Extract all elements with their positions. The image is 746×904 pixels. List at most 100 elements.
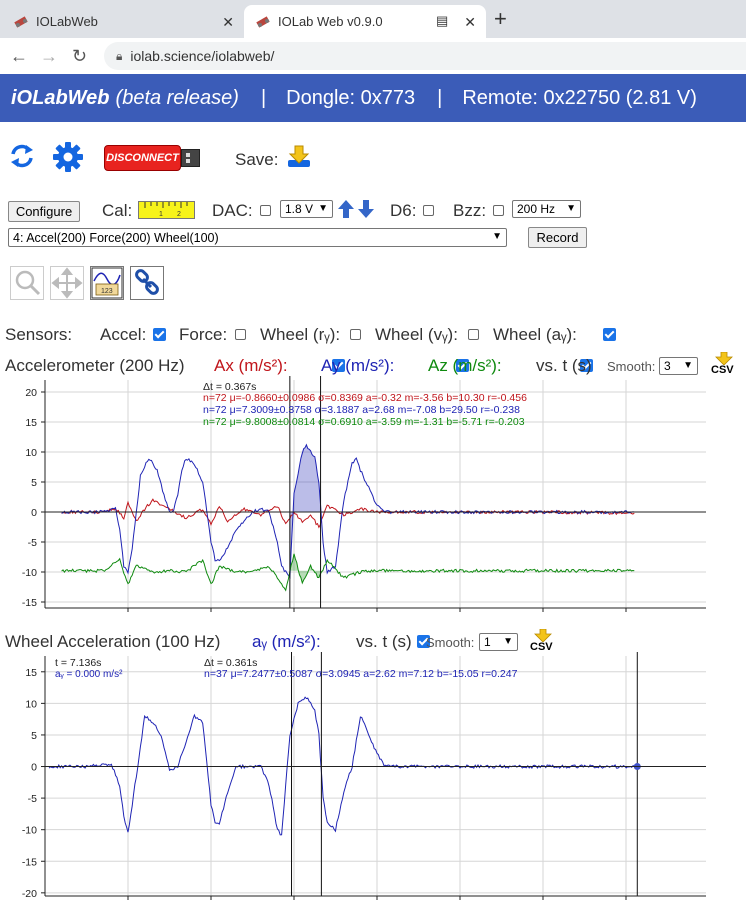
cal-label: Cal: [102,201,133,220]
y-tick-label: -15 [22,856,37,868]
banner-separator: | [437,86,443,109]
sensor-force-checkbox[interactable] [235,329,246,340]
configuration-value: 4: Accel(200) Force(200) Wheel(100) [13,230,219,245]
wheel-acceleration-chart[interactable]: -20-15-10-50510151234567 t = 7.136s aᵧ =… [0,652,746,900]
link-axes-button[interactable] [130,266,164,300]
iolab-favicon-icon [14,15,28,28]
url-field[interactable]: 🔒︎ iolab.science/iolabweb/ [104,42,746,70]
zoom-tool-button[interactable] [10,266,44,300]
accel-smooth-label: Smooth: [607,359,656,374]
settings-gear-icon[interactable] [52,141,84,173]
series-lines [61,443,635,592]
graph-stats-icon: 123 [91,267,123,299]
wheel-smooth-select[interactable]: 1 ▼ [479,633,518,651]
y-tick-label: 0 [31,507,37,519]
disconnect-button[interactable]: DISCONNECT [104,145,181,171]
reader-mode-icon[interactable]: ▤ [436,13,448,29]
ay-label: Ay (m/s²): [321,356,395,375]
configuration-select[interactable]: 4: Accel(200) Force(200) Wheel(100) ▼ [8,228,507,247]
close-tab-icon[interactable]: ✕ [222,14,234,31]
sensor-wheel-v-checkbox[interactable] [468,329,479,340]
y-tick-label: 10 [25,698,37,710]
accel-smooth-select[interactable]: 3 ▼ [659,357,698,375]
sensor-wheel-v-label: Wheel (vᵧ): [375,325,458,344]
y-tick-label: 5 [31,477,37,489]
configure-button[interactable]: Configure [8,201,80,222]
chain-link-icon [135,269,159,295]
back-icon[interactable]: ← [10,46,28,67]
y-tick-label: 10 [25,447,37,459]
address-bar: ← → ↻ 🔒︎ iolab.science/iolabweb/ [0,38,746,75]
tab-title: IOLabWeb [36,14,98,29]
rate-select[interactable]: 200 Hz ▼ [512,200,581,218]
accelerometer-chart[interactable]: -15-10-5051015201234567 Δt = 0.367s n=72… [0,376,746,612]
reload-icon[interactable]: ↻ [72,46,87,67]
sensor-accel-checkbox[interactable] [153,328,166,341]
wheel-ay-label: aᵧ (m/s²): [252,632,321,651]
save-download-icon[interactable] [286,144,312,170]
save-label: Save: [235,150,279,169]
ax-label: Ax (m/s²): [214,356,288,375]
dac-voltage-select[interactable]: 1.8 V ▼ [280,200,333,218]
banner-separator: | [260,86,267,109]
iolab-favicon-icon [256,15,270,28]
accel-csv-export-button[interactable]: CSV [710,352,738,378]
sensors-label: Sensors: [5,325,73,344]
record-button[interactable]: Record [528,227,587,248]
accel-vs-label: vs. t (s) [536,356,592,375]
refresh-icon[interactable] [8,142,36,170]
forward-icon[interactable]: → [40,46,58,67]
wheel-smooth-value: 1 [484,635,491,649]
sensor-accel-label: Accel: [100,325,147,344]
sensor-wheel-r-label: Wheel (rᵧ): [260,325,341,344]
chevron-down-icon: ▼ [503,636,513,647]
chevron-down-icon: ▼ [566,203,576,214]
pan-tool-button[interactable] [50,266,84,300]
y-tick-label: 20 [25,387,37,399]
browser-tab-iolab-web[interactable]: IOLab Web v0.9.0 ▤ ✕ [244,5,486,38]
tab-title: IOLab Web v0.9.0 [278,14,383,29]
series-line [61,443,635,580]
calibration-ruler-icon[interactable]: 12 [138,201,195,219]
y-tick-label: -10 [22,567,37,579]
sensor-force-label: Force: [179,325,228,344]
y-tick-label: 5 [31,730,37,742]
rate-value: 200 Hz [517,202,556,216]
y-tick-label: -5 [28,793,37,805]
az-label: Az (m/s²): [428,356,502,375]
lock-icon: 🔒︎ [116,48,123,63]
new-tab-icon[interactable]: + [494,6,507,32]
chevron-down-icon: ▼ [492,231,502,242]
browser-tab-iolabweb[interactable]: IOLabWeb ✕ [0,5,244,38]
browser-tab-bar: IOLabWeb ✕ IOLab Web v0.9.0 ▤ ✕ + [0,0,746,38]
svg-text:123: 123 [101,288,113,295]
sensor-wheel-a-label: Wheel (aᵧ): [493,325,577,344]
dac-checkbox[interactable] [260,205,271,216]
sensor-wheel-a-checkbox[interactable] [603,328,617,341]
buzzer-checkbox[interactable] [493,205,504,216]
dac-voltage-value: 1.8 V [285,202,314,216]
chart-grid [45,656,706,896]
az-stats: n=72 μ=-9.8008±0.0814 σ=0.6910 a=-3.59 m… [203,416,525,428]
d6-checkbox[interactable] [423,205,434,216]
dongle-id: Dongle: 0x773 [286,86,416,109]
chevron-down-icon: ▼ [318,203,328,214]
wheel-vs-label: vs. t (s) [356,632,412,651]
arrow-up-icon [338,200,354,218]
release-label: (beta release) [115,86,239,109]
analysis-tool-button[interactable]: 123 [90,266,124,300]
y-tick-label: -20 [22,888,37,900]
buzzer-label: Bzz: [453,201,487,220]
ay-readout: aᵧ = 0.000 m/s² [55,669,123,680]
y-tick-label: -10 [22,825,37,837]
close-tab-icon[interactable]: ✕ [464,14,476,31]
chart-axes: -20-15-10-50510151234567 [22,656,706,900]
series-line [61,498,635,529]
dac-label: DAC: [212,201,253,220]
selection-cursors[interactable] [291,652,641,896]
d6-label: D6: [390,201,417,220]
sensor-wheel-r-checkbox[interactable] [350,329,361,340]
remote-id: Remote: 0x22750 (2.81 V) [462,86,697,109]
wheel-stats: n=37 μ=7.2477±0.5087 σ=3.0945 a=2.62 m=7… [204,668,518,680]
url-text: iolab.science/iolabweb/ [130,48,275,64]
